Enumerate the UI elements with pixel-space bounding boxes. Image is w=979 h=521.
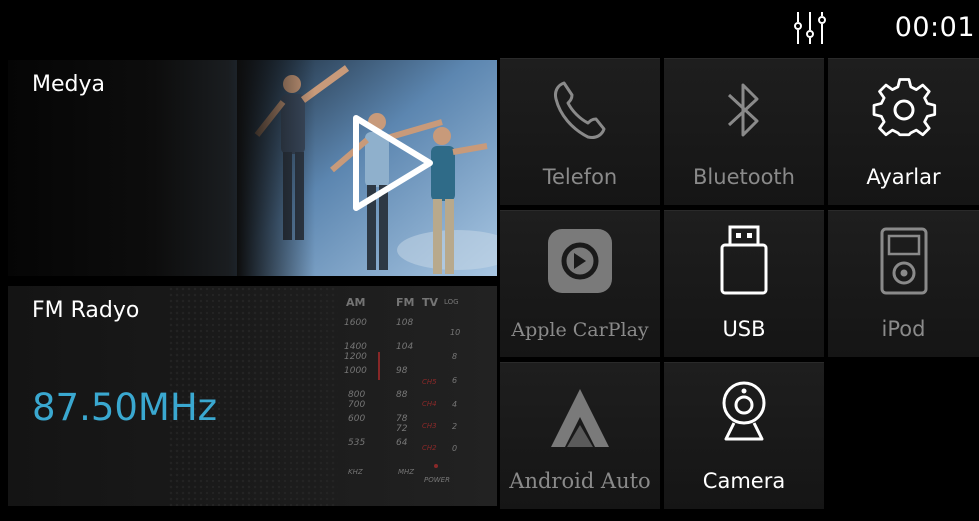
dial-log-tick: 8 [452,352,458,361]
dial-log-tick: 10 [450,328,461,337]
media-title: Medya [32,72,105,97]
radio-title: FM Radyo [32,298,140,323]
app-tile-usb[interactable]: USB [664,210,824,357]
app-tile-apple-carplay[interactable]: Apple CarPlay [500,210,660,357]
app-label-bluetooth: Bluetooth [693,165,795,189]
dial-am-tick: 1400 [344,342,367,352]
dial-fm-tick: 98 [396,366,408,376]
radio-dial-decoration: AM FM TV LOG 1600 1400 1200 1000 800 700… [338,292,473,492]
app-tile-ayarlar[interactable]: Ayarlar [828,58,979,205]
dial-header-am: AM [346,296,366,309]
app-label-apple-carplay: Apple CarPlay [511,319,649,341]
dial-fm-tick: 104 [396,342,414,352]
app-label-ipod: iPod [881,317,926,341]
dial-header-fm: FM [396,296,415,309]
app-label-ayarlar: Ayarlar [866,165,941,189]
ipod-icon [880,227,927,295]
dial-ch-tick: CH3 [422,422,437,430]
dial-fm-tick: 64 [396,438,408,448]
dial-needle [378,352,380,380]
dial-log-tick: 2 [452,422,458,431]
dial-am-tick: 1000 [344,366,367,376]
dial-am-tick: 800 [348,390,366,400]
dial-am-tick: 1200 [344,352,367,362]
bluetooth-icon [727,83,759,137]
dial-header-log: LOG [444,298,459,306]
app-tile-android-auto[interactable]: Android Auto [500,362,660,509]
media-tile[interactable]: Medya [8,60,497,276]
app-label-usb: USB [722,317,766,341]
dial-fm-tick: 72 [396,424,408,434]
gear-icon [872,78,936,137]
dial-fm-tick: 88 [396,390,408,400]
app-label-telefon: Telefon [542,165,618,189]
dial-am-tick: 535 [348,438,366,448]
clock: 00:01 [894,12,975,43]
dial-fm-tick: 108 [396,318,414,328]
dial-footer-khz: KHZ [348,468,363,476]
dial-footer-mhz: MHZ [398,468,415,476]
dial-ch-tick: CH4 [422,400,437,408]
dial-am-tick: 1600 [344,318,367,328]
radio-tile[interactable]: FM Radyo 87.50MHz AM FM TV LOG 1600 1400… [8,286,497,506]
android-auto-icon [551,389,609,447]
dial-footer-power: POWER [424,476,450,484]
camera-icon [722,381,766,441]
usb-icon [720,225,768,295]
dial-log-tick: 6 [452,376,458,385]
radio-frequency: 87.50MHz [32,386,218,429]
status-bar: 00:01 [0,0,979,56]
app-tile-ipod[interactable]: iPod [828,210,979,357]
dial-log-tick: 4 [452,400,458,409]
app-tile-telefon[interactable]: Telefon [500,58,660,205]
app-tile-bluetooth[interactable]: Bluetooth [664,58,824,205]
dial-am-tick: 600 [348,414,366,424]
phone-icon [554,81,606,139]
dial-header-tv: TV [422,296,439,309]
dial-log-tick: 0 [452,444,458,453]
play-icon[interactable] [350,112,438,214]
dial-ch-tick: CH5 [422,378,437,386]
equalizer-icon[interactable] [793,10,827,46]
dial-am-tick: 700 [348,400,366,410]
power-led [434,464,438,468]
app-label-camera: Camera [702,469,786,493]
app-label-android-auto: Android Auto [509,469,651,493]
dial-ch-tick: CH2 [422,444,437,452]
dial-fm-tick: 78 [396,414,408,424]
carplay-icon [548,229,612,293]
app-tile-camera[interactable]: Camera [664,362,824,509]
